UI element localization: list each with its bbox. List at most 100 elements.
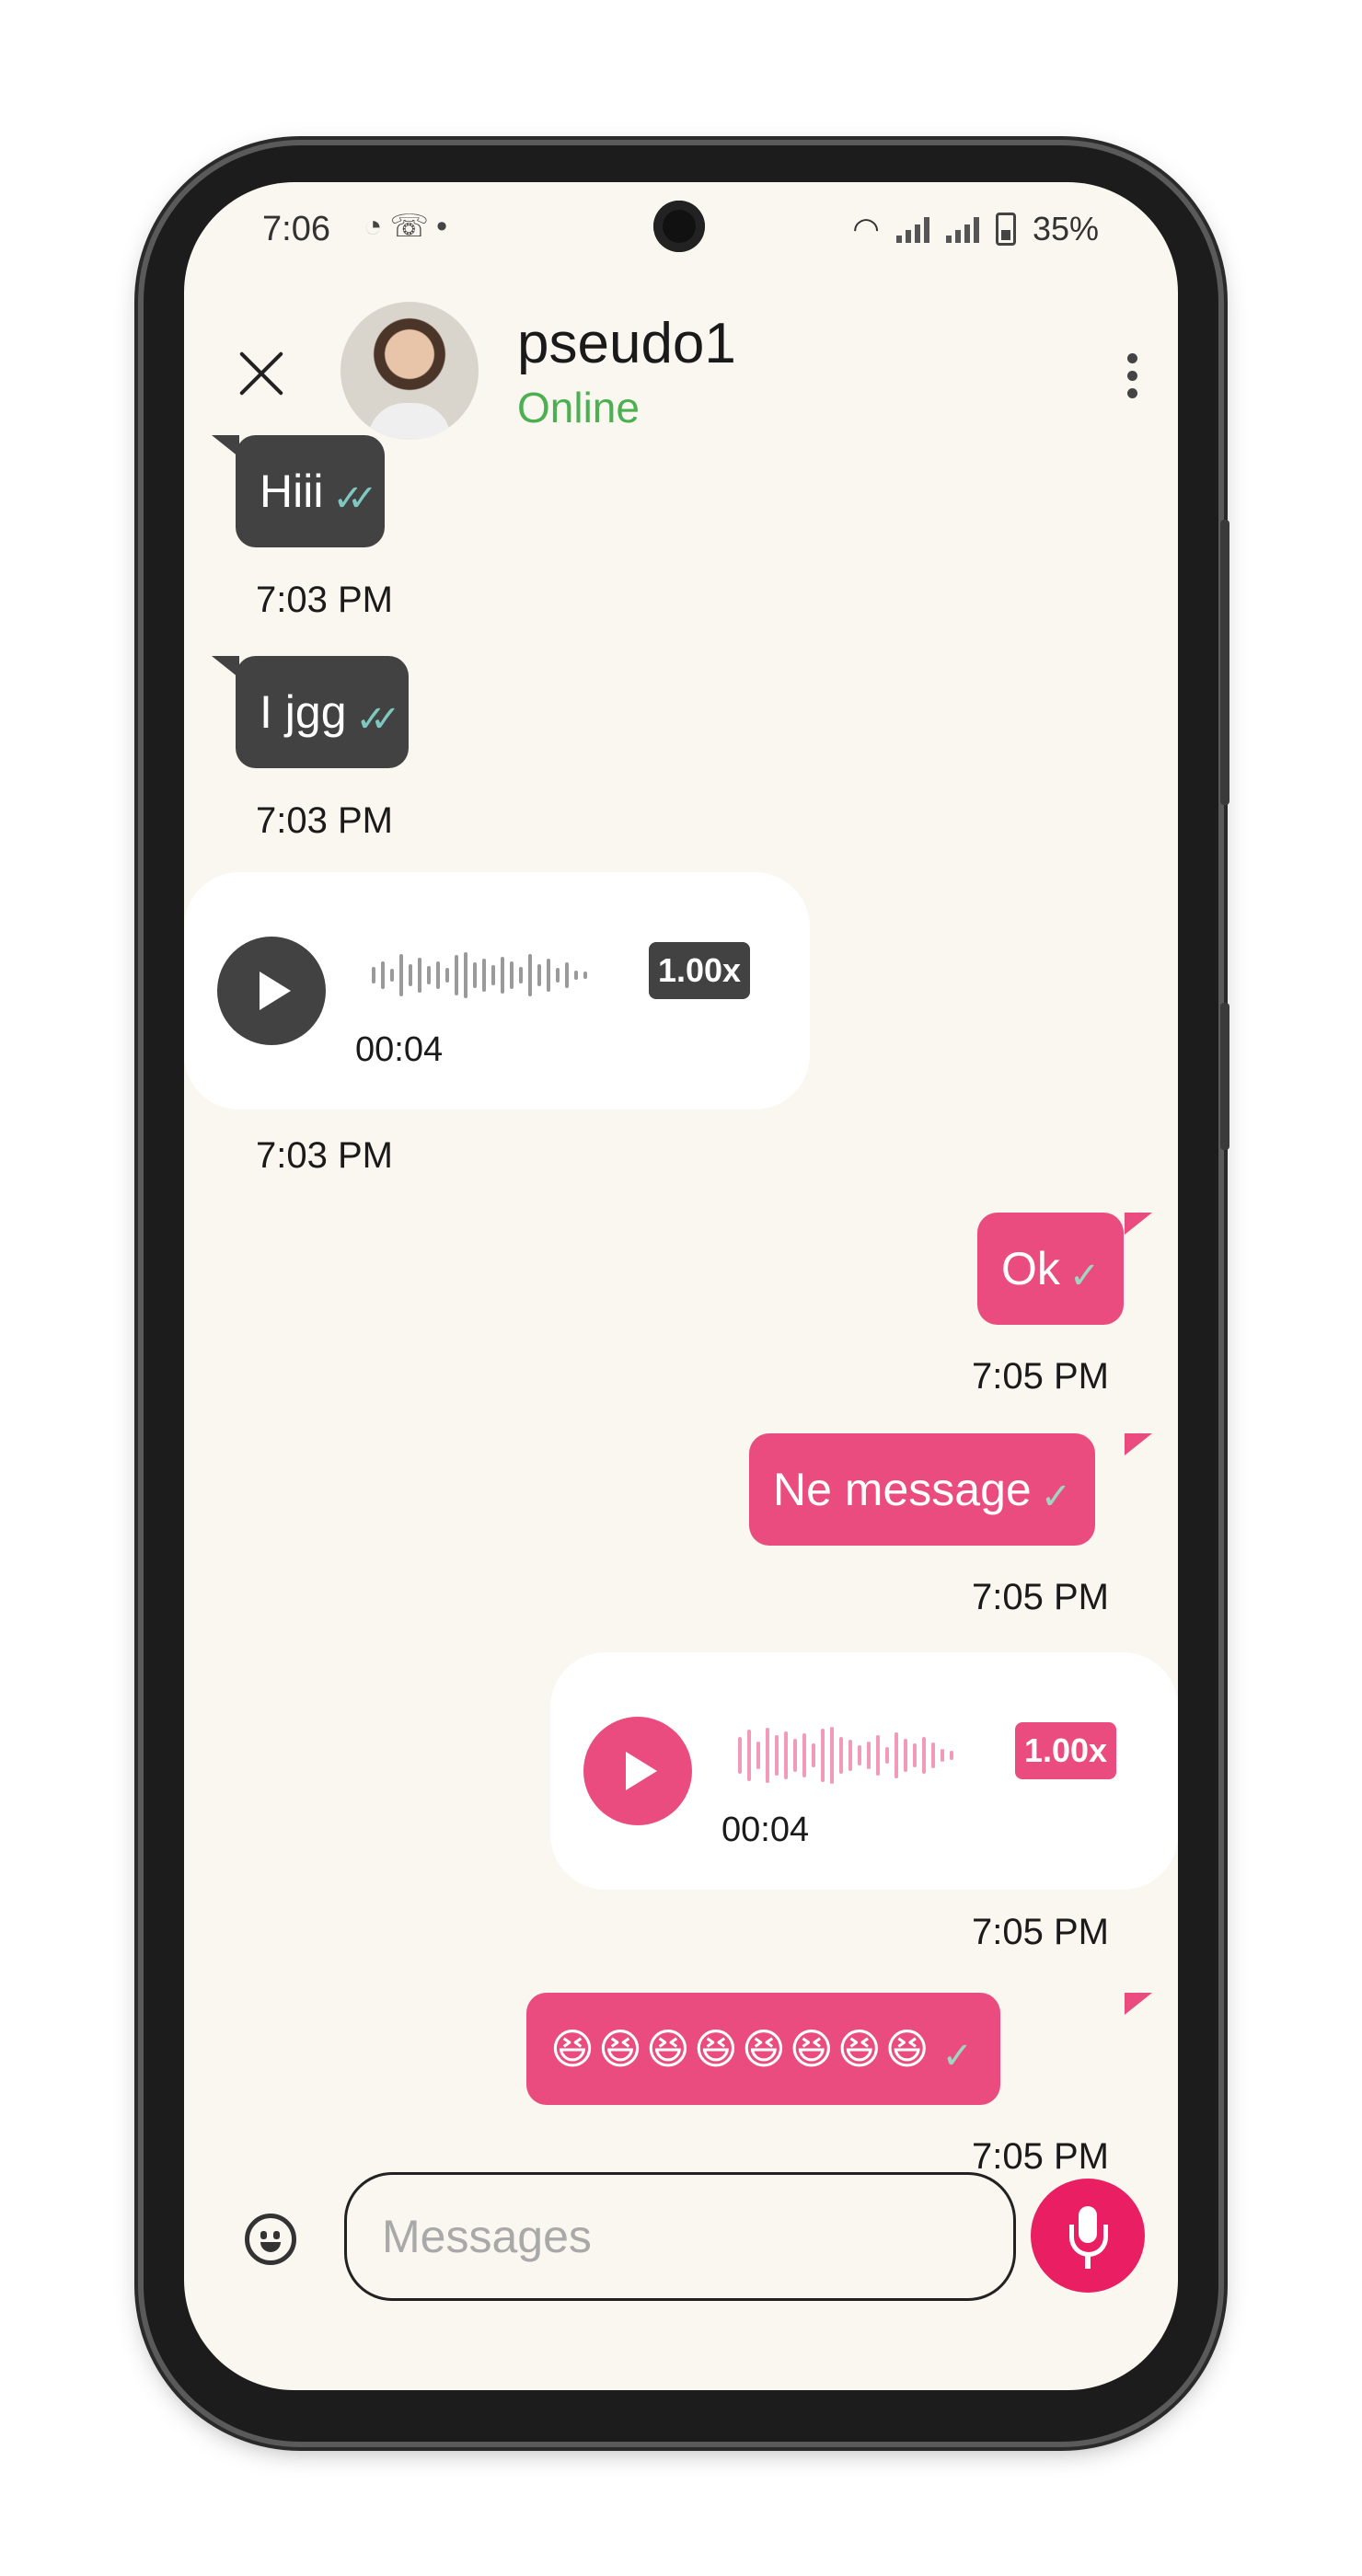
waveform-bar [738, 1737, 742, 1774]
waveform-bar [501, 957, 504, 994]
waveform-bar [473, 962, 477, 988]
chat-header: pseudo1 Online [184, 283, 1178, 440]
message-time: 7:03 PM [256, 800, 393, 841]
notification-icons: ◔☏• [364, 208, 455, 245]
signal-icon [895, 215, 929, 243]
waveform-bar [895, 1732, 898, 1778]
waveform-bar [519, 967, 523, 983]
waveform-bar [784, 1731, 788, 1779]
battery-icon [995, 213, 1016, 246]
waveform-bar [876, 1735, 880, 1776]
waveform-bar [547, 959, 550, 992]
waveform-bar [565, 962, 569, 988]
message-bubble[interactable]: 😆😆😆😆😆😆😆😆 ✓ [526, 1993, 1001, 2105]
waveform-bar [839, 1737, 843, 1774]
message-text: Ne message [773, 1464, 1032, 1515]
waveform-bar [766, 1728, 769, 1783]
double-check-icon: ✓✓ [355, 699, 401, 740]
message-time: 7:05 PM [972, 1912, 1109, 1952]
audio-message: 1.00x 00:04 [184, 872, 810, 1110]
message-time: 7:05 PM [972, 1577, 1109, 1617]
message-time: 7:05 PM [972, 1356, 1109, 1397]
contact-name: pseudo1 [517, 312, 736, 375]
audio-message: 1.00x 00:04 [550, 1652, 1178, 1890]
message-text: Ok [1001, 1243, 1060, 1294]
more-options-icon[interactable] [1123, 353, 1141, 408]
waveform-bar [409, 964, 412, 986]
audio-duration: 00:04 [355, 1030, 444, 1069]
waveform-bar [464, 952, 467, 998]
waveform-bar [436, 961, 440, 989]
play-icon[interactable] [583, 1717, 692, 1825]
waveform-bar [821, 1729, 825, 1782]
waveform-bar [427, 966, 431, 984]
message-bubble[interactable]: Hiii ✓✓ [236, 435, 386, 547]
message-text: Hiii [260, 466, 324, 517]
microphone-icon[interactable] [1031, 2179, 1145, 2293]
waveform-bar [913, 1743, 917, 1767]
signal-icon-2 [945, 215, 979, 243]
waveform-bar [812, 1743, 815, 1767]
waveform-bar [556, 968, 560, 983]
wifi-icon: ◠ [852, 212, 880, 247]
check-icon: ✓ [941, 2036, 977, 2076]
message-bubble[interactable]: Ne message ✓ [749, 1433, 1096, 1546]
waveform-bar [756, 1742, 760, 1769]
waveform-bar [418, 958, 421, 993]
status-right-icons: ◠ 35% [852, 210, 1099, 248]
message-input[interactable]: Messages [344, 2172, 1016, 2301]
waveform-bar [775, 1735, 779, 1776]
avatar[interactable] [340, 302, 479, 440]
waveform-bar [510, 961, 514, 989]
waveform-bar [885, 1747, 889, 1764]
status-time: 7:06 [262, 210, 330, 248]
waveform-bar [445, 968, 449, 983]
waveform-bar [848, 1740, 852, 1771]
waveform-bar [583, 972, 587, 979]
power-button [1220, 1003, 1229, 1150]
status-bar: 7:06 ◔☏• ◠ 35% [184, 182, 1178, 283]
waveform-bar [941, 1749, 944, 1762]
waveform-bar [390, 969, 394, 982]
battery-percent: 35% [1032, 210, 1099, 247]
message-time: 7:05 PM [972, 2136, 1109, 2177]
emoji-icon[interactable] [245, 2214, 296, 2265]
volume-button [1220, 520, 1229, 805]
message-bubble[interactable]: Ok ✓ [977, 1213, 1125, 1325]
waveform-bar [922, 1737, 926, 1774]
message-text: 😆😆😆😆😆😆😆😆 [550, 2025, 933, 2073]
waveform-bar [537, 964, 541, 986]
waveform-bar [793, 1739, 797, 1772]
viber-icon: ☏ [389, 209, 437, 244]
waveform-bar [528, 954, 532, 996]
dot-icon: • [436, 209, 455, 244]
waveform-bar [904, 1739, 907, 1772]
waveform-bar [931, 1742, 935, 1768]
contact-status: Online [517, 384, 640, 431]
waveform-bar [830, 1727, 834, 1784]
waveform [372, 946, 587, 1005]
waveform-bar [867, 1742, 871, 1769]
waveform [738, 1726, 953, 1785]
waveform-bar [802, 1733, 806, 1777]
waveform-bar [381, 961, 385, 989]
playback-speed-button[interactable]: 1.00x [1015, 1722, 1116, 1779]
waveform-bar [372, 967, 375, 983]
check-icon: ✓ [1068, 1256, 1101, 1296]
front-camera [653, 201, 705, 252]
screen: 7:06 ◔☏• ◠ 35% pseudo1 Online Hiii ✓✓ 7:… [184, 182, 1178, 2390]
waveform-bar [491, 965, 495, 985]
playback-speed-button[interactable]: 1.00x [649, 942, 750, 999]
waveform-bar [950, 1751, 953, 1760]
waveform-bar [858, 1745, 861, 1765]
message-bubble[interactable]: I jgg ✓✓ [236, 656, 409, 768]
check-icon: ✓ [1040, 1477, 1072, 1517]
play-icon[interactable] [217, 937, 326, 1045]
waveform-bar [574, 971, 578, 980]
message-time: 7:03 PM [256, 580, 393, 620]
audio-duration: 00:04 [721, 1811, 810, 1849]
close-icon[interactable] [232, 344, 291, 403]
message-time: 7:03 PM [256, 1135, 393, 1176]
waveform-bar [747, 1730, 751, 1781]
messenger-icon: ◔ [364, 209, 390, 244]
